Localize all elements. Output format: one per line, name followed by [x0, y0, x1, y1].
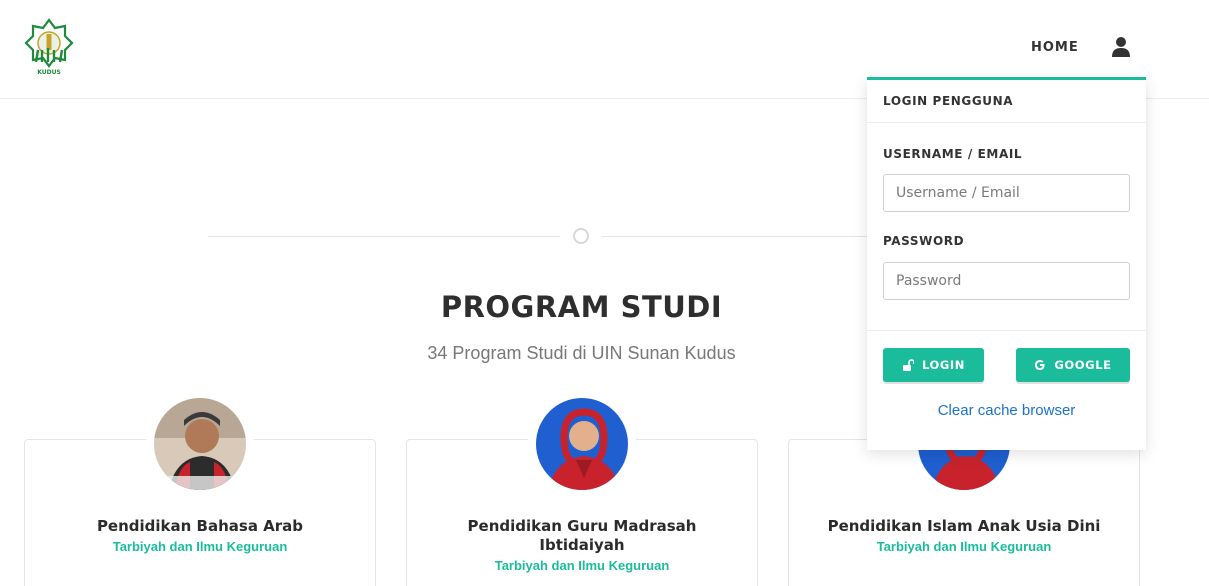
username-label: USERNAME / EMAIL [883, 147, 1023, 161]
divider-line-left [208, 236, 560, 237]
divider-line-right [602, 236, 868, 237]
program-name-line2: Ibtidaiyah [539, 536, 625, 554]
program-faculty: Tarbiyah dan Ilmu Keguruan [876, 539, 1052, 554]
login-title: LOGIN PENGGUNA [867, 80, 1146, 123]
program-head-avatar [152, 396, 248, 492]
program-name: Pendidikan Islam Anak Usia Dini [827, 517, 1101, 535]
user-icon[interactable] [1110, 36, 1132, 58]
program-name: Pendidikan Guru Madrasah [467, 517, 697, 535]
google-button-label: GOOGLE [1054, 358, 1112, 372]
svg-text:KUDUS: KUDUS [37, 69, 61, 76]
nav-home-link[interactable]: HOME [1031, 40, 1079, 55]
google-icon [1034, 359, 1046, 371]
program-faculty: Tarbiyah dan Ilmu Keguruan [494, 558, 670, 573]
password-label: PASSWORD [883, 234, 965, 248]
unlock-icon [902, 359, 914, 371]
username-input[interactable] [883, 174, 1130, 212]
uin-kudus-logo[interactable]: KUDUS [24, 18, 74, 78]
login-dropdown: LOGIN PENGGUNA USERNAME / EMAIL PASSWORD… [867, 77, 1146, 450]
program-faculty: Tarbiyah dan Ilmu Keguruan [112, 539, 288, 554]
divider-circle [573, 228, 589, 244]
login-button[interactable]: LOGIN [883, 348, 984, 382]
google-login-button[interactable]: GOOGLE [1016, 348, 1130, 382]
login-divider [867, 330, 1146, 331]
password-input[interactable] [883, 262, 1130, 300]
clear-cache-link[interactable]: Clear cache browser [867, 402, 1146, 419]
program-head-avatar [534, 396, 630, 492]
program-name: Pendidikan Bahasa Arab [96, 517, 304, 535]
login-button-label: LOGIN [921, 358, 966, 372]
